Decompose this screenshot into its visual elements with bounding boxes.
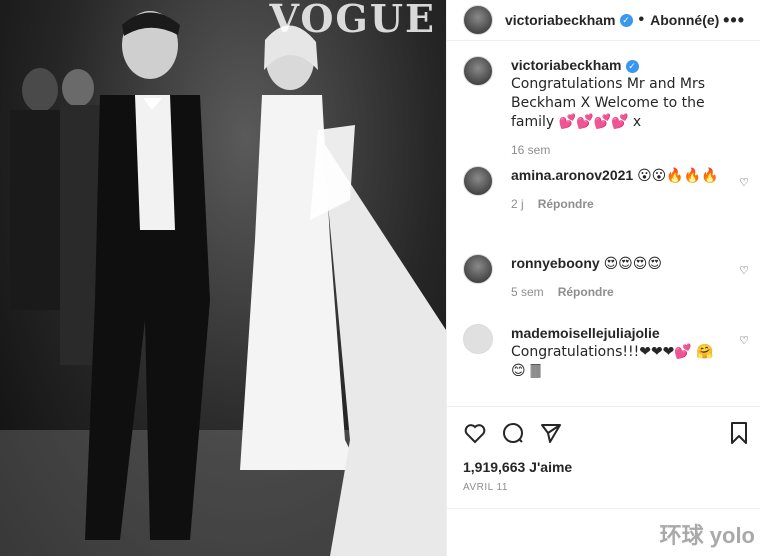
like-comment-heart-icon[interactable]: ♡ bbox=[739, 334, 749, 347]
comment-text: 😍😍😍😍 bbox=[603, 256, 662, 272]
comment-username[interactable]: mademoisellejuliajolie bbox=[511, 325, 660, 341]
comment-username[interactable]: victoriabeckham bbox=[511, 57, 622, 73]
comment-username[interactable]: amina.aronov2021 bbox=[511, 167, 633, 183]
post-actions-bar bbox=[447, 406, 760, 455]
avatar[interactable] bbox=[463, 5, 493, 35]
comment-icon[interactable] bbox=[501, 421, 525, 445]
post-header: victoriabeckham ✓ • Abonné(e) ••• bbox=[447, 0, 760, 41]
like-count[interactable]: 1,919,663 J'aime bbox=[463, 459, 572, 475]
avatar[interactable] bbox=[463, 56, 493, 86]
post-side-panel: victoriabeckham ✓ • Abonné(e) ••• victor… bbox=[446, 0, 760, 556]
follow-status-button[interactable]: Abonné(e) bbox=[650, 12, 719, 28]
more-options-icon[interactable]: ••• bbox=[723, 10, 745, 31]
bookmark-icon[interactable] bbox=[729, 421, 749, 445]
caption-row: victoriabeckham ✓ Congratulations Mr and … bbox=[447, 56, 760, 166]
comment-row: amina.aronov2021 😮😮🔥🔥🔥 2 j Répondre ♡ bbox=[447, 166, 760, 254]
wedding-photo-illustration bbox=[0, 11, 446, 556]
comment-username[interactable]: ronnyeboony bbox=[511, 255, 600, 271]
post-date[interactable]: AVRIL 11 bbox=[463, 482, 508, 493]
separator-dot: • bbox=[638, 11, 645, 28]
comment-time[interactable]: 16 sem bbox=[511, 143, 550, 157]
comment-time[interactable]: 2 j bbox=[511, 197, 524, 211]
share-icon[interactable] bbox=[539, 421, 563, 445]
comment-time[interactable]: 5 sem bbox=[511, 285, 544, 299]
comment-text: Congratulations!!!❤❤❤💕 🤗😊 🀫 bbox=[511, 344, 714, 379]
post-photo[interactable]: VOGUE bbox=[0, 0, 446, 556]
comment-row: ronnyeboony 😍😍😍😍 5 sem Répondre ♡ bbox=[447, 254, 760, 324]
heart-icon[interactable] bbox=[463, 421, 487, 445]
avatar[interactable] bbox=[463, 166, 493, 196]
header-username[interactable]: victoriabeckham bbox=[505, 12, 616, 28]
like-comment-heart-icon[interactable]: ♡ bbox=[739, 176, 749, 189]
comment-row: mademoisellejuliajolie Congratulations!!… bbox=[447, 324, 760, 384]
verified-badge-icon: ✓ bbox=[619, 13, 633, 27]
comments-list: victoriabeckham ✓ Congratulations Mr and … bbox=[447, 56, 760, 384]
avatar[interactable] bbox=[463, 254, 493, 284]
comment-text: Congratulations Mr and Mrs Beckham X Wel… bbox=[511, 76, 706, 130]
reply-button[interactable]: Répondre bbox=[538, 197, 594, 211]
vogue-watermark: VOGUE bbox=[269, 0, 436, 41]
like-comment-heart-icon[interactable]: ♡ bbox=[739, 264, 749, 277]
site-watermark: 环球 yolo bbox=[659, 523, 755, 548]
avatar[interactable] bbox=[463, 324, 493, 354]
verified-badge-icon: ✓ bbox=[625, 60, 639, 73]
reply-button[interactable]: Répondre bbox=[558, 285, 614, 299]
comment-text: 😮😮🔥🔥🔥 bbox=[637, 168, 719, 184]
